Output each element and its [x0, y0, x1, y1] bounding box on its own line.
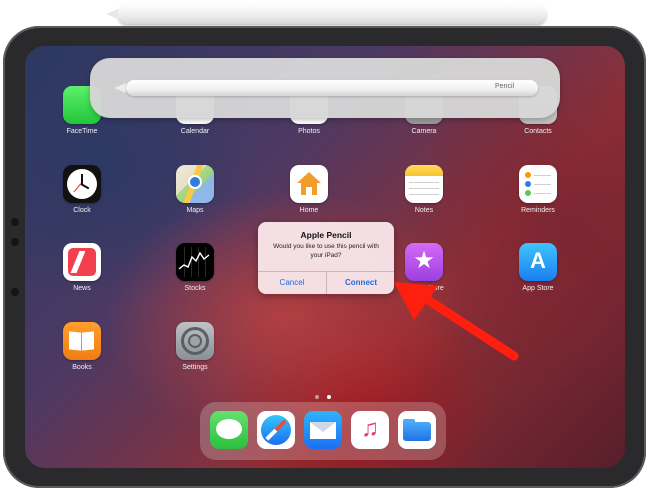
- app-label: Maps: [186, 207, 204, 214]
- camera-lens: [11, 238, 19, 246]
- app-notes[interactable]: Notes: [394, 165, 454, 214]
- camera-lens-secondary: [11, 288, 19, 296]
- cancel-button[interactable]: Cancel: [258, 272, 326, 294]
- app-label: Home: [299, 207, 319, 214]
- app-label: Camera: [411, 128, 437, 135]
- pencil-image: [126, 80, 538, 96]
- stocks-icon: [176, 243, 214, 281]
- alert-title: Apple Pencil: [300, 230, 352, 240]
- app-label: Stocks: [184, 285, 206, 292]
- messages-icon[interactable]: [210, 411, 248, 449]
- app-label: News: [73, 285, 91, 292]
- apple-pencil-device: [106, 4, 546, 24]
- app-label: Photos: [298, 128, 320, 135]
- music-icon[interactable]: ♫: [351, 411, 389, 449]
- app-reminders[interactable]: Reminders: [508, 165, 568, 214]
- news-icon: [63, 243, 101, 281]
- files-icon[interactable]: [398, 411, 436, 449]
- app-news[interactable]: News: [52, 243, 112, 292]
- app-home[interactable]: Home: [279, 165, 339, 214]
- settings-gear-icon: [176, 322, 214, 360]
- clock-icon: [63, 165, 101, 203]
- mail-icon[interactable]: [304, 411, 342, 449]
- ipad-frame: FaceTime Calendar Photos Camera Contacts…: [3, 26, 646, 488]
- app-settings[interactable]: Settings: [165, 322, 225, 371]
- app-clock[interactable]: Clock: [52, 165, 112, 214]
- app-label: Contacts: [524, 128, 552, 135]
- alert-message: Would you like to use this pencil with y…: [273, 243, 379, 259]
- page-dot-active: [327, 395, 332, 399]
- app-label: Clock: [73, 207, 91, 214]
- app-label: Notes: [414, 207, 434, 214]
- pencil-pairing-card: Pencil: [90, 58, 560, 118]
- app-label: FaceTime: [66, 128, 98, 135]
- safari-icon[interactable]: [257, 411, 295, 449]
- app-label: Books: [72, 364, 92, 371]
- app-label: Reminders: [521, 207, 555, 214]
- reminders-icon: [519, 165, 557, 203]
- app-books[interactable]: Books: [52, 322, 112, 371]
- pencil-brand-label: Pencil: [495, 83, 515, 90]
- app-label: Settings: [182, 364, 208, 371]
- home-screen: FaceTime Calendar Photos Camera Contacts…: [25, 46, 625, 468]
- camera-sensor: [11, 218, 19, 226]
- app-maps[interactable]: Maps: [165, 165, 225, 214]
- home-icon: [290, 165, 328, 203]
- pencil-tip: [114, 83, 126, 93]
- annotation-arrow-icon: [394, 282, 519, 361]
- books-icon: [63, 322, 101, 360]
- pencil-tip: [106, 9, 118, 19]
- app-stocks[interactable]: Stocks: [165, 243, 225, 292]
- dock: ♫: [200, 402, 446, 460]
- notes-icon: [405, 165, 443, 203]
- pencil-connect-alert: Apple Pencil Would you like to use this …: [258, 222, 394, 294]
- maps-icon: [176, 165, 214, 203]
- app-store-icon: A: [519, 243, 557, 281]
- connect-button[interactable]: Connect: [327, 272, 394, 294]
- app-label: Calendar: [180, 128, 210, 135]
- page-dot: [315, 395, 319, 399]
